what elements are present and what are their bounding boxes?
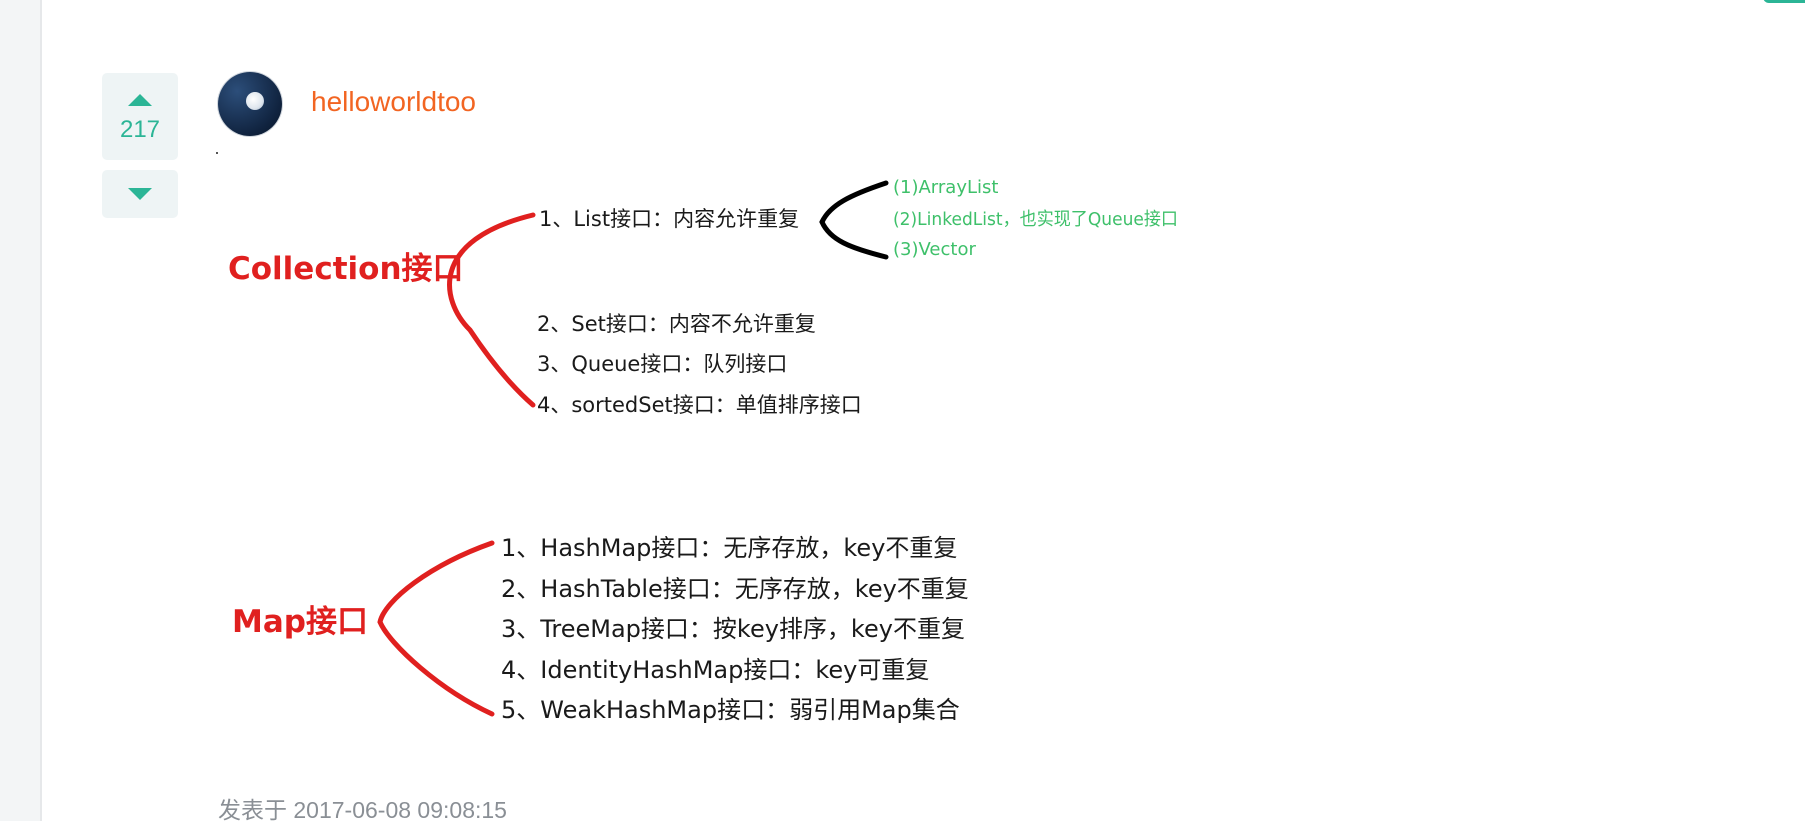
- list-impl-item: (2)LinkedList，也实现了Queue接口: [893, 209, 1178, 230]
- collection-item: 4、sortedSet接口：单值排序接口: [537, 393, 862, 417]
- list-bracket: [819, 180, 889, 260]
- collection-item: 3、Queue接口：队列接口: [537, 352, 787, 376]
- collection-map-diagram: Collection接口 Map接口 1、List接口：内容允许重复 2、Set…: [0, 0, 1805, 821]
- collection-bracket: [447, 212, 536, 408]
- map-item: 3、TreeMap接口：按key排序，key不重复: [501, 615, 965, 643]
- map-item: 5、WeakHashMap接口：弱引用Map集合: [501, 696, 960, 724]
- post-timestamp: 发表于 2017-06-08 09:08:15: [218, 797, 507, 823]
- list-impl-item: (1)ArrayList: [893, 177, 998, 198]
- collection-item: 1、List接口：内容允许重复: [539, 207, 799, 231]
- map-bracket: [377, 540, 495, 717]
- collection-title: Collection接口: [228, 251, 464, 287]
- map-item: 4、IdentityHashMap接口：key可重复: [501, 656, 929, 684]
- map-title: Map接口: [232, 604, 368, 640]
- collection-item: 2、Set接口：内容不允许重复: [537, 312, 816, 336]
- list-impl-item: (3)Vector: [893, 239, 976, 260]
- map-item: 1、HashMap接口：无序存放，key不重复: [501, 534, 957, 562]
- map-item: 2、HashTable接口：无序存放，key不重复: [501, 575, 969, 603]
